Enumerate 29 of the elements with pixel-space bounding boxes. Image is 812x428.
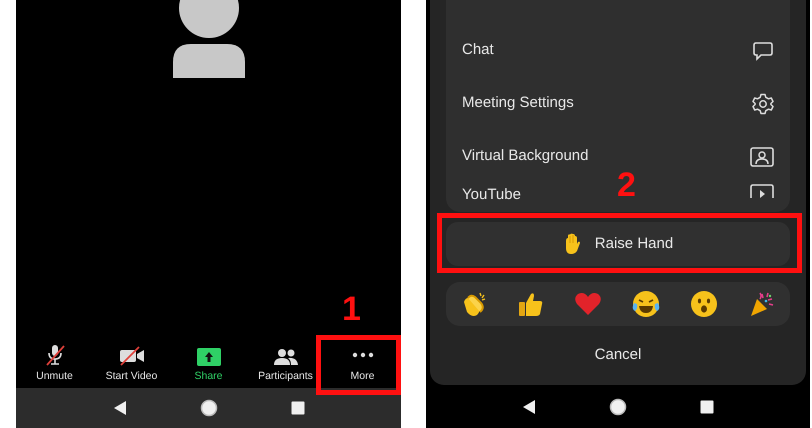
speech-bubble-icon <box>752 40 774 60</box>
toolbar-button[interactable]: Start Video <box>93 340 170 388</box>
back-icon[interactable] <box>522 398 536 414</box>
more-dots-icon <box>352 352 374 358</box>
toolbar-button[interactable]: Unmute <box>16 340 93 388</box>
menu-item[interactable]: Chat <box>462 39 494 62</box>
toolbar-button[interactable]: More <box>324 340 401 388</box>
people-icon <box>274 348 298 366</box>
heart-icon[interactable] <box>574 292 602 316</box>
home-icon[interactable] <box>608 398 627 416</box>
toolbar-button[interactable]: Participants <box>247 340 324 388</box>
raise-hand-button[interactable]: Raise Hand <box>446 222 790 266</box>
settings-icon <box>752 92 774 114</box>
home-icon[interactable] <box>200 399 218 417</box>
menu-item[interactable]: Virtual Background <box>462 145 588 168</box>
recent-apps-icon[interactable] <box>700 400 714 414</box>
party-popper-icon[interactable] <box>748 290 776 318</box>
play-frame-icon <box>750 184 774 198</box>
menu-item[interactable]: Meeting Settings <box>462 92 574 115</box>
portrait-frame-icon <box>750 146 774 166</box>
laughing-face-icon[interactable] <box>632 290 660 318</box>
cancel-button[interactable]: Cancel <box>582 340 654 371</box>
recent-apps-icon[interactable] <box>290 401 304 415</box>
back-icon[interactable] <box>112 400 126 416</box>
surprised-face-icon[interactable] <box>690 290 718 318</box>
menu-item[interactable]: YouTube <box>462 184 521 206</box>
step-number: 1 <box>342 289 361 330</box>
step-number: 2 <box>617 165 636 206</box>
toolbar-button[interactable]: Share <box>170 340 247 388</box>
